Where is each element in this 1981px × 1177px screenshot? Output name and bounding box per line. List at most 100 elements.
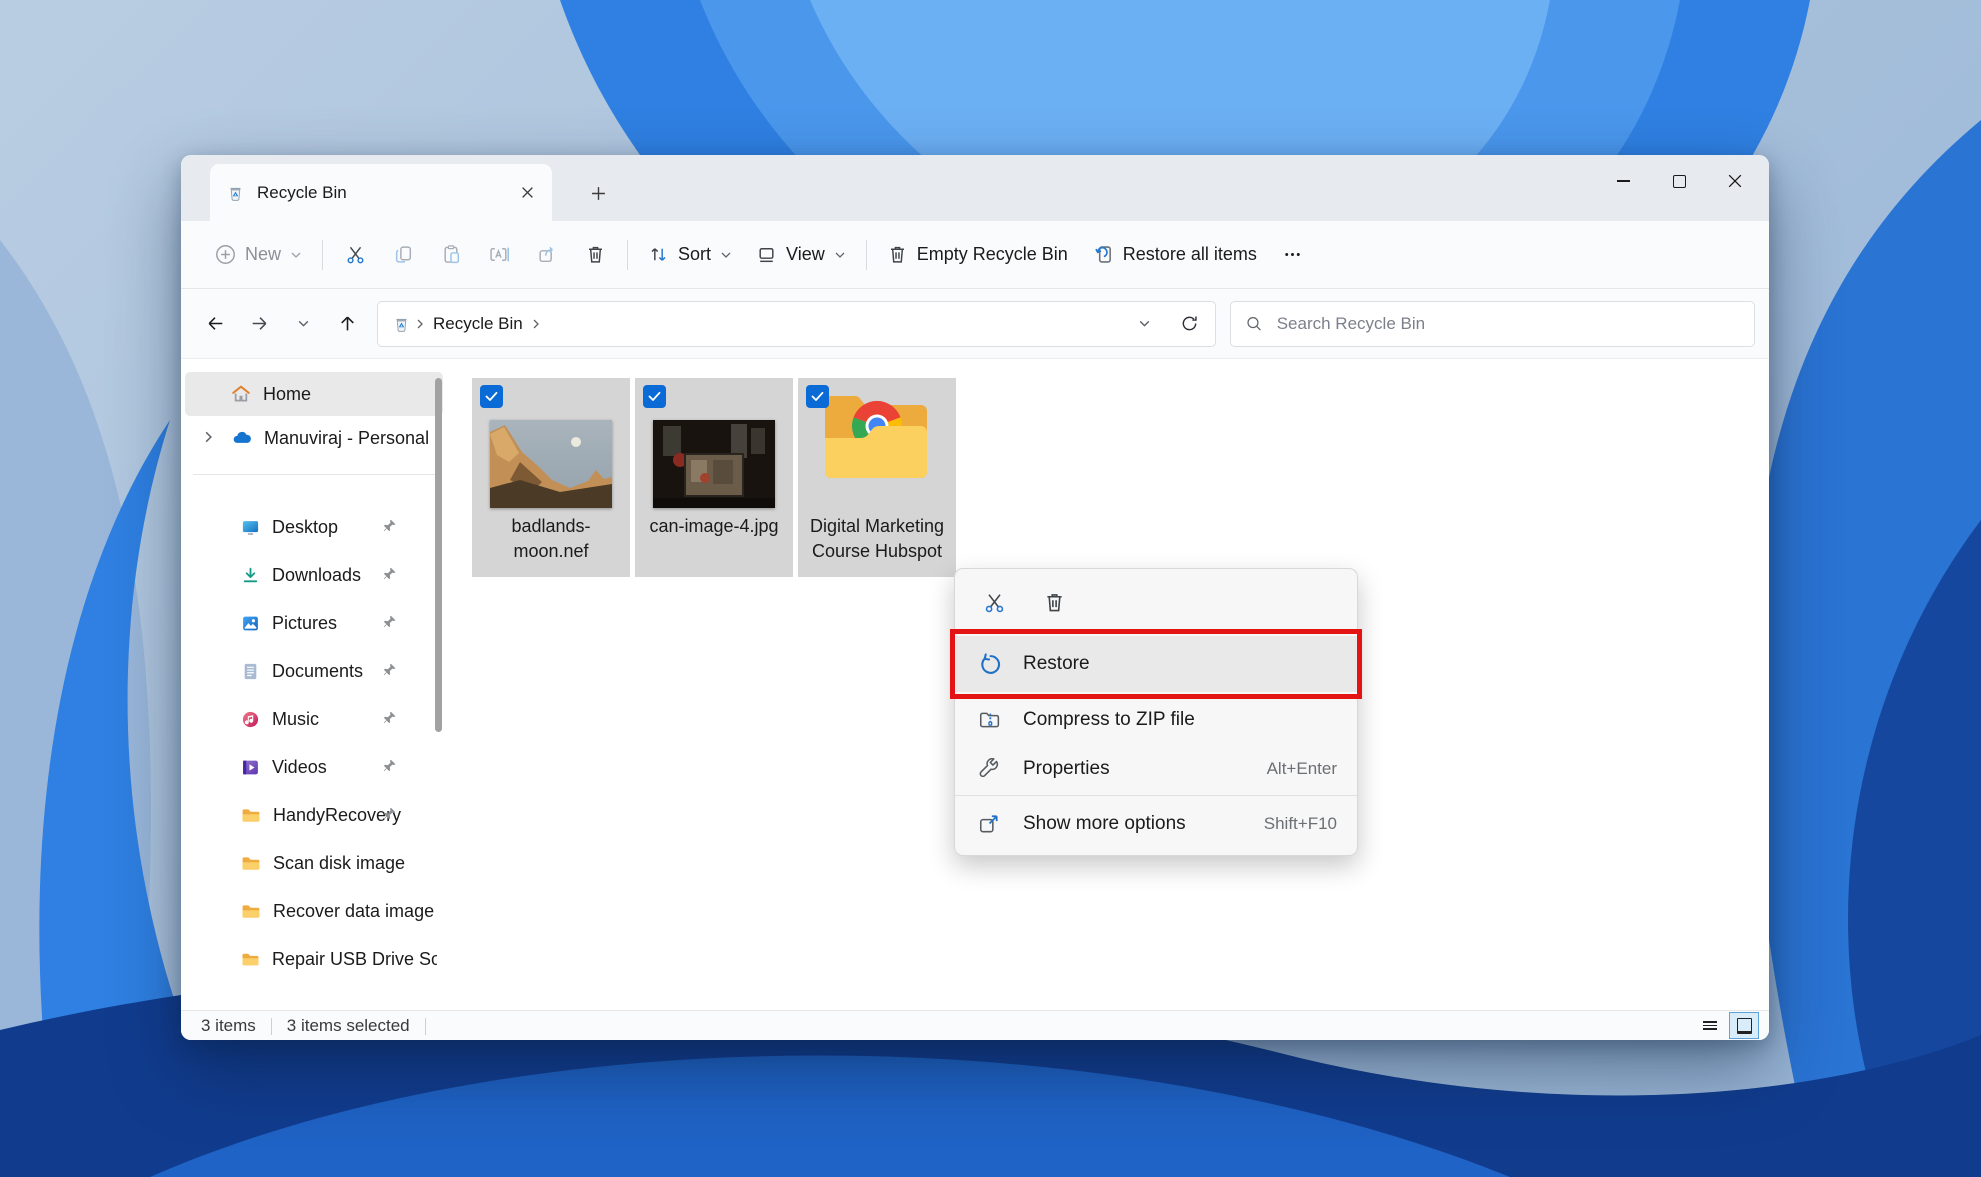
maximize-button[interactable] [1651,155,1707,207]
menu-separator [955,632,1357,633]
check-icon [648,391,661,401]
restore-all-items-button[interactable]: Restore all items [1080,233,1269,277]
sidebar-item-pictures[interactable]: Pictures [191,599,437,647]
close-icon [521,187,533,198]
rename-button[interactable] [475,233,523,277]
sidebar-item-music[interactable]: Music [191,695,437,743]
tab-recycle-bin[interactable]: Recycle Bin [210,164,552,221]
delete-icon [1046,593,1062,611]
back-button[interactable] [193,304,237,344]
sidebar-item-videos[interactable]: Videos [191,743,437,791]
empty-recycle-bin-label: Empty Recycle Bin [916,244,1068,264]
sidebar-item-label: Repair USB Drive Sof [271,948,437,969]
close-icon [1728,174,1742,188]
selection-checkbox[interactable] [480,385,503,408]
menu-item-shortcut: Alt+Enter [1266,758,1337,778]
forward-button[interactable] [237,304,281,344]
large-thumbnails-view-button[interactable] [1729,1012,1759,1039]
sidebar-item-handyrecovery[interactable]: HandyRecovery [191,791,437,839]
maximize-icon [1672,174,1686,188]
sidebar-item-desktop[interactable]: Desktop [191,503,437,551]
recycle-bin-icon [230,187,241,201]
navigation-bar: Recycle Bin [181,289,1769,359]
address-bar[interactable]: Recycle Bin [377,300,1216,347]
empty-recycle-bin-button[interactable]: Empty Recycle Bin [875,233,1080,277]
menu-item-show-more-options[interactable]: Show more options Shift+F10 [955,798,1357,850]
selection-checkbox[interactable] [806,385,829,408]
address-dropdown-button[interactable] [1129,308,1159,340]
up-arrow-icon [340,316,354,331]
chevron-down-icon [291,252,301,258]
search-input[interactable] [1274,312,1742,335]
pin-icon [383,711,396,724]
close-button[interactable] [1707,155,1763,207]
sidebar-item-label: Desktop [272,516,339,537]
forward-arrow-icon [252,317,266,330]
ellipsis-icon [1285,253,1301,256]
breadcrumb-recycle-bin[interactable]: Recycle Bin [433,314,523,334]
sidebar-item-label: Videos [272,756,327,777]
selection-checkbox[interactable] [643,385,666,408]
details-view-button[interactable] [1695,1012,1725,1039]
tab-close-button[interactable] [512,178,542,208]
sidebar-item-label: Downloads [272,564,362,585]
menu-item-properties[interactable]: Properties Alt+Enter [955,744,1357,793]
menu-separator [955,795,1357,796]
wrench-icon [977,757,1001,780]
delete-menu-button[interactable] [1033,582,1075,622]
chevron-down-icon [835,252,845,258]
view-button[interactable]: View [744,233,858,277]
file-item-digital-marketing-folder[interactable]: Digital Marketing Course Hubspot [798,378,956,577]
context-menu: Restore Compress to ZIP file Properties … [950,568,1362,856]
search-box[interactable] [1230,300,1755,347]
sidebar-item-downloads[interactable]: Downloads [191,551,437,599]
copy-icon [395,246,411,263]
paste-button[interactable] [427,233,475,277]
home-icon [232,385,250,402]
breadcrumb-chevron-icon [415,318,425,330]
cut-button[interactable] [331,233,379,277]
menu-item-compress-zip[interactable]: Compress to ZIP file [955,695,1357,744]
view-icon [759,247,774,263]
back-arrow-icon [208,317,222,330]
recent-locations-button[interactable] [281,304,325,344]
delete-button[interactable] [571,233,619,277]
share-button[interactable] [523,233,571,277]
minimize-button[interactable] [1595,155,1651,207]
sidebar-item-documents[interactable]: Documents [191,647,437,695]
sidebar-item-onedrive[interactable]: Manuviraj - Personal [185,416,443,460]
sort-button[interactable]: Sort [636,233,744,277]
pin-icon [383,807,396,820]
copy-button[interactable] [379,233,427,277]
file-item-badlands-moon[interactable]: badlands-moon.nef [472,378,630,577]
menu-item-restore[interactable]: Restore [950,629,1362,699]
chevron-down-icon [298,320,308,327]
new-button[interactable]: New [203,233,314,277]
menu-item-shortcut: Shift+F10 [1263,814,1337,833]
sidebar-item-recover-data-image[interactable]: Recover data image [191,887,437,935]
folder-icon [242,953,259,965]
file-name: Digital Marketing Course Hubspot [809,516,945,561]
minimize-icon [1616,180,1630,182]
see-more-button[interactable] [1269,233,1317,277]
file-item-can-image-4[interactable]: can-image-4.jpg [635,378,793,577]
sidebar-item-label: Music [272,708,320,729]
sidebar-item-label: Scan disk image [273,852,406,873]
sidebar-item-home[interactable]: Home [185,372,443,416]
tab-title: Recycle Bin [257,182,347,202]
sidebar-scrollbar[interactable] [435,378,442,732]
new-tab-button[interactable] [578,173,618,213]
explorer-body: Home Manuviraj - Personal Desktop Downlo… [181,359,1769,1010]
sidebar-item-label: Home [263,383,312,404]
sidebar-item-scan-disk-image[interactable]: Scan disk image [191,839,437,887]
chevron-right-icon[interactable] [203,430,214,444]
annotation-highlight-box [950,629,1362,699]
cut-menu-button[interactable] [973,582,1015,622]
sidebar-item-repair-usb-drive[interactable]: Repair USB Drive Sof [191,935,437,983]
folder-thumbnail [818,386,936,486]
sidebar-divider [193,474,435,475]
sort-icon [651,248,666,261]
refresh-button[interactable] [1173,308,1205,340]
file-explorer-window: Recycle Bin New Sort View Empty Recycle … [181,155,1769,1040]
up-button[interactable] [325,304,369,344]
